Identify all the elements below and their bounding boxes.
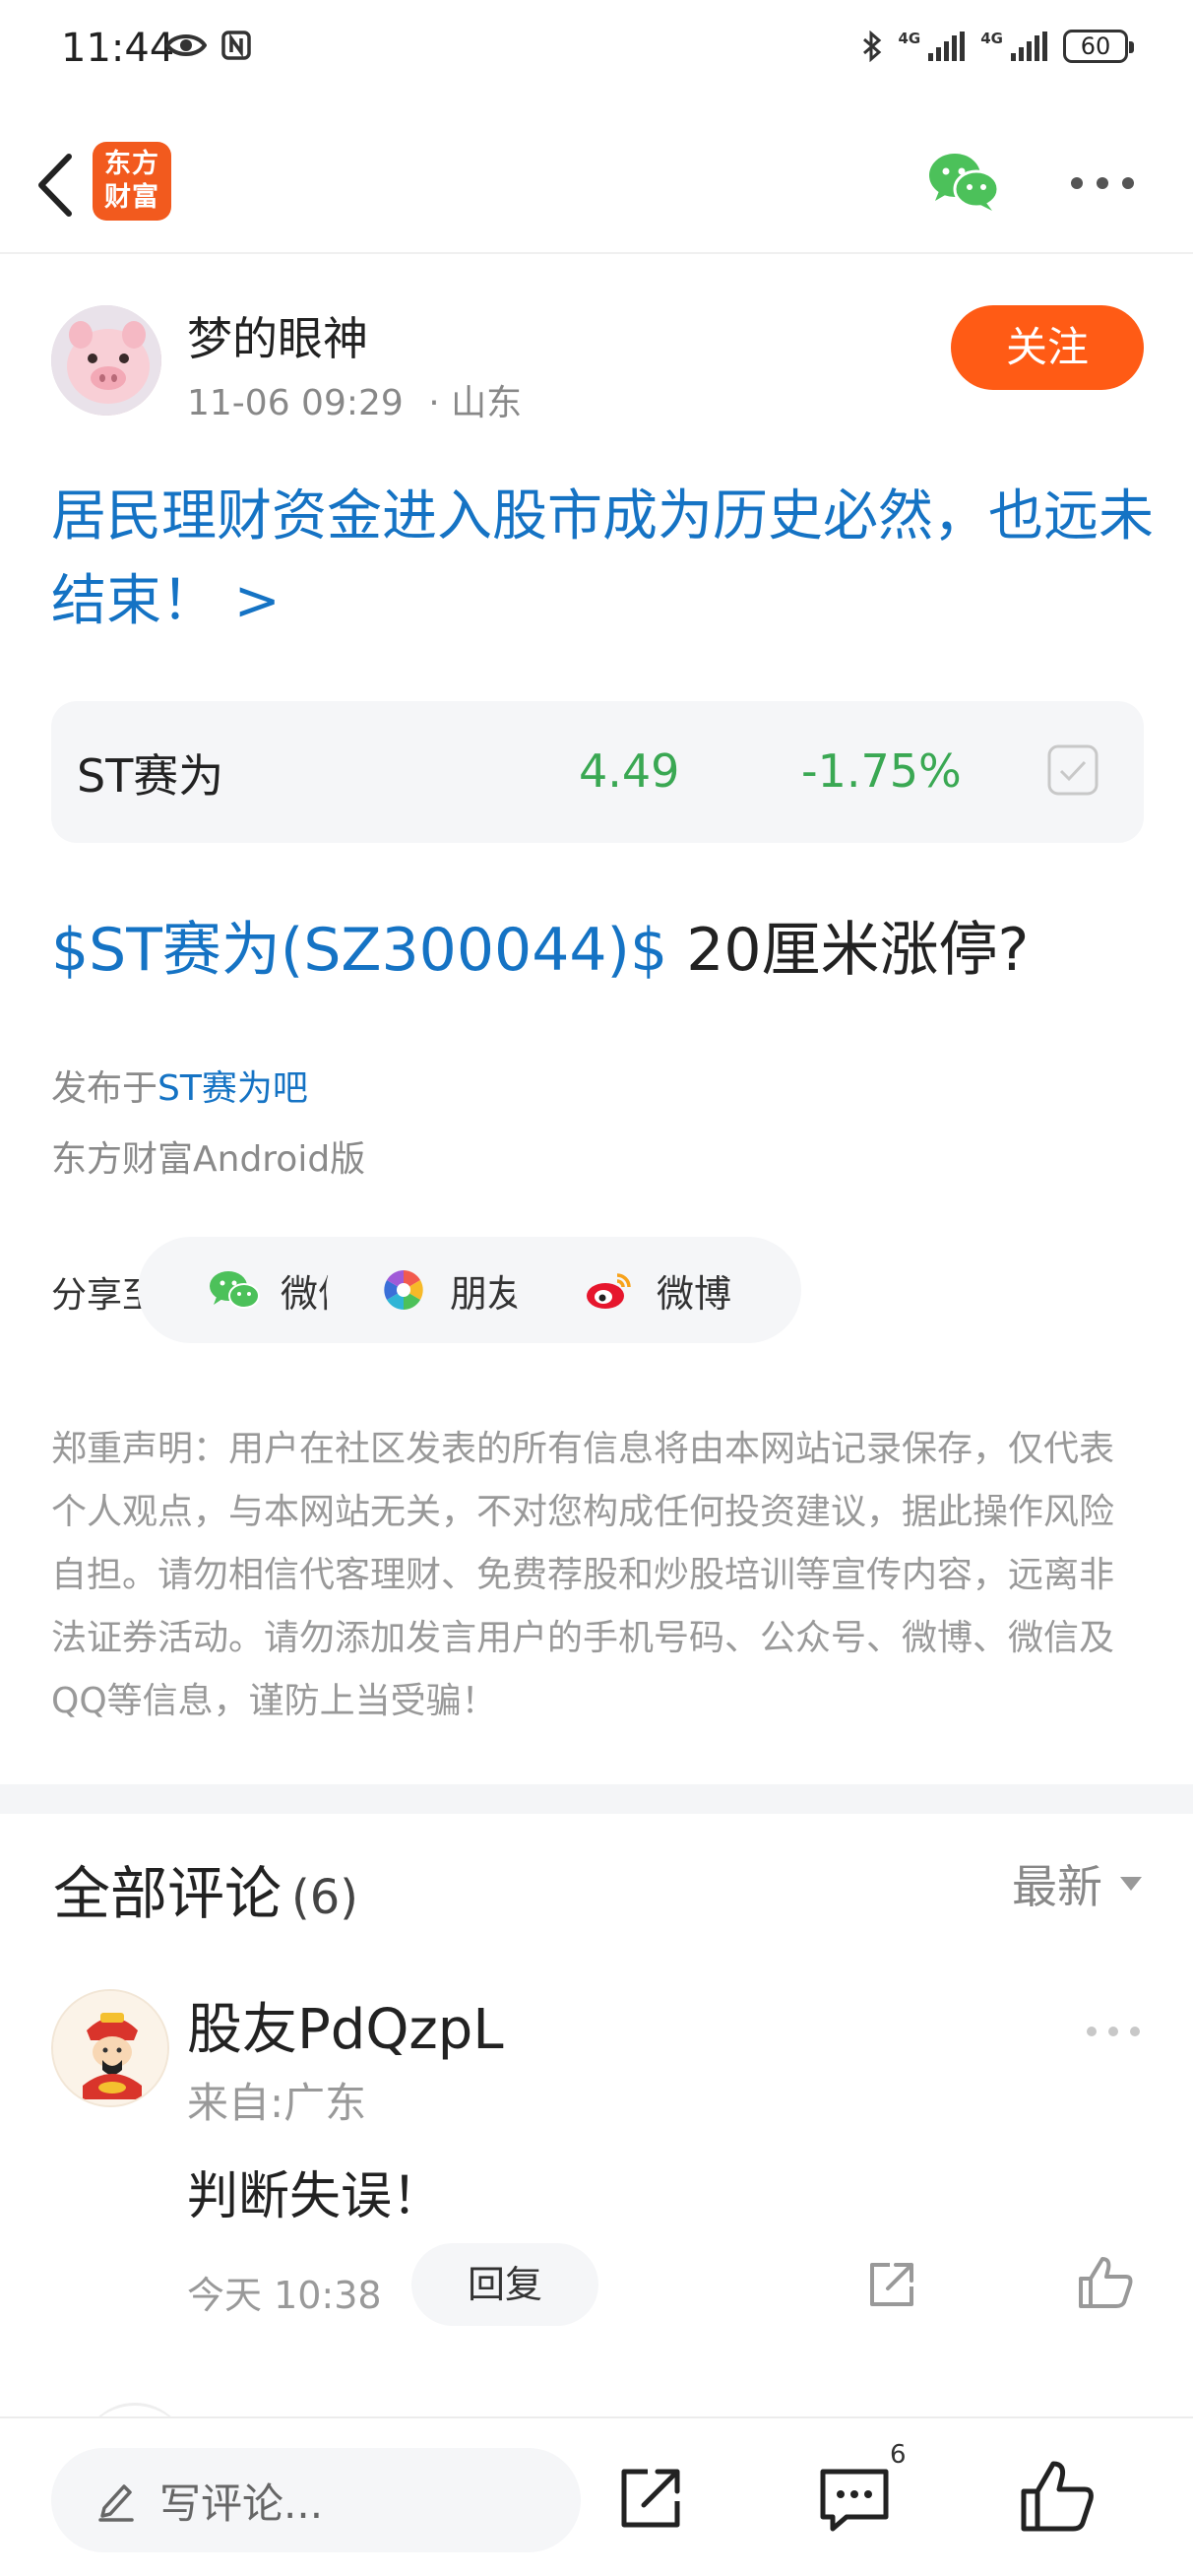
write-comment-input[interactable]: 写评论... [51,2448,581,2552]
top-nav: 东方 财富 [0,128,1193,254]
post-title[interactable]: 居民理财资金进入股市成为历史必然，也远未结束！ > [51,475,1154,644]
forum-link[interactable]: ST赛为吧 [157,1068,308,1109]
commenter-avatar[interactable] [51,1989,169,2107]
section-divider [0,1784,1193,1814]
stock-change: -1.75% [801,744,962,798]
comment-like-icon[interactable] [1077,2255,1134,2310]
commenter-location: 来自:广东 [187,2079,367,2127]
pencil-icon [98,2484,134,2522]
author-avatar[interactable] [51,305,161,416]
network-type-2: 4G [980,30,1003,47]
share-weibo-button[interactable]: 微博 [514,1237,801,1343]
wechat-share-icon[interactable] [925,148,1000,215]
comment-text: 判断失误！ [187,2167,444,2226]
commenter-name[interactable]: 股友PdQzpL [187,1985,504,2065]
published-prefix: 发布于 [51,1068,158,1109]
comment-more-button[interactable] [1087,2027,1140,2040]
post-meta: 11-06 09:29 · 山东 [187,374,522,425]
bluetooth-icon [862,31,881,62]
like-icon[interactable] [1020,2460,1095,2533]
comment-share-icon[interactable] [864,2257,919,2312]
comment-icon[interactable] [817,2466,892,2533]
fortune-god-avatar-icon [53,1991,167,2105]
signal-icon [928,32,966,61]
comment-time: 今天 10:38 [187,2274,382,2317]
stock-link[interactable]: $ST赛为(SZ300044)$ [51,916,667,985]
comment-item: 股友PdQzpL 来自:广东 判断失误！ 今天 10:38 回复 [0,1979,1193,2334]
share-weibo-label: 微博 [656,1271,731,1316]
more-menu-button[interactable] [1071,173,1134,193]
chevron-left-icon [38,154,72,217]
status-bar: 11:44 4G 4G 60 [0,0,1193,98]
battery-indicator: 60 [1063,30,1134,63]
comments-header: 全部评论 (6) [53,1847,358,1930]
nfc-icon [221,31,251,60]
post-body: $ST赛为(SZ300044)$ 20厘米涨停? [51,908,1029,993]
stock-card[interactable]: ST赛为 4.49 -1.75% [51,701,1144,843]
share-row: 分享至: 微信 朋友圈 微博 [51,1237,1144,1343]
comments-title: 全部评论 [53,1860,283,1927]
sort-label: 最新 [1012,1860,1102,1913]
published-in: 发布于ST赛为吧 [51,1060,308,1111]
disclaimer-text: 郑重声明：用户在社区发表的所有信息将由本网站记录保存，仅代表个人观点，与本网站无… [51,1429,1115,1721]
reply-button[interactable]: 回复 [411,2243,598,2326]
caret-down-icon [1120,1877,1142,1891]
wechat-icon [209,1271,260,1309]
pig-avatar-icon [51,305,161,416]
status-time: 11:44 [61,26,175,71]
post-body-text: 20厘米涨停? [667,916,1030,985]
share-icon[interactable] [616,2464,685,2533]
network-type-1: 4G [898,30,921,47]
comment-sort-dropdown[interactable]: 最新 [1012,1851,1142,1916]
follow-button[interactable]: 关注 [951,305,1144,390]
post-device: 东方财富Android版 [51,1139,366,1180]
comment-count-badge: 6 [890,2440,907,2470]
author-header: 梦的眼神 11-06 09:29 · 山东 关注 [0,295,1193,433]
stock-name: ST赛为 [77,749,224,803]
comments-count: (6) [291,1870,359,1925]
eye-icon [165,34,207,56]
weibo-icon [586,1273,631,1309]
app-logo[interactable]: 东方 财富 [93,142,171,221]
signal-icon-2 [1011,32,1047,61]
author-name[interactable]: 梦的眼神 [187,303,368,368]
post-location: · 山东 [428,383,523,423]
post-date: 11-06 09:29 [187,383,404,423]
moments-icon [384,1270,423,1310]
stock-price: 4.49 [579,744,680,798]
add-watchlist-checkbox-icon[interactable] [1047,744,1099,796]
bottom-action-bar: 写评论... 6 [0,2416,1193,2576]
back-button[interactable] [28,146,83,225]
write-comment-placeholder: 写评论... [159,2479,324,2528]
